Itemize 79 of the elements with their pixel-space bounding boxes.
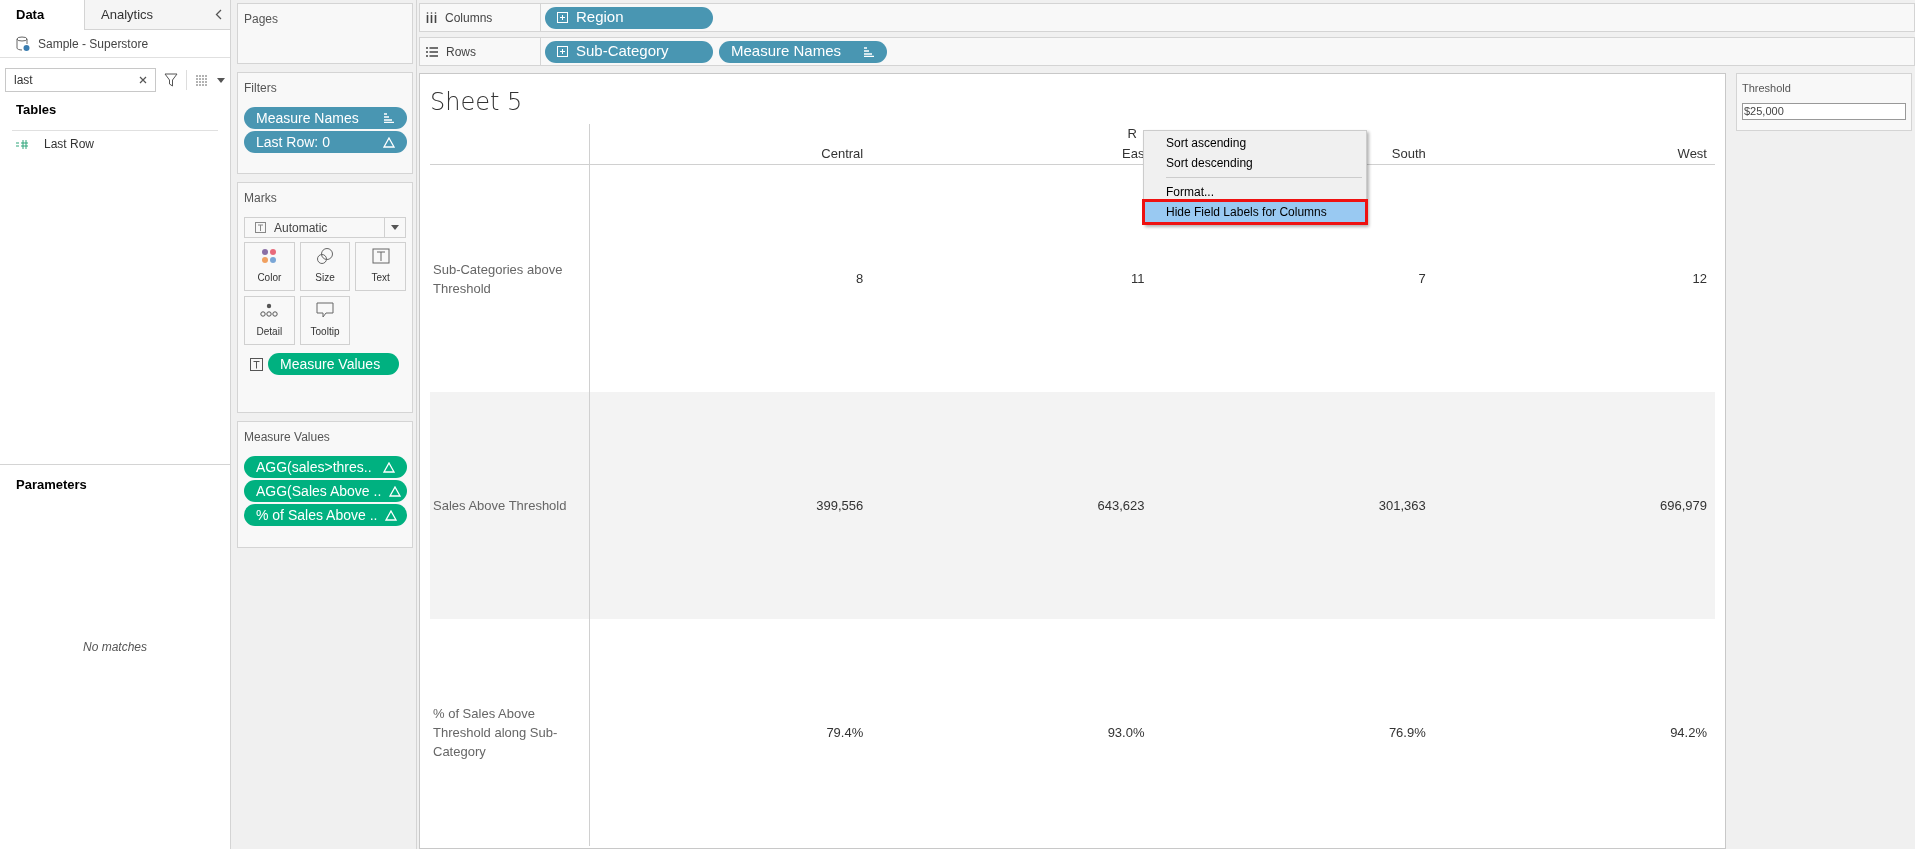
- card-title: Marks: [244, 190, 278, 207]
- text-mark-icon: [250, 357, 263, 371]
- table-cell-text: 79.4%: [826, 723, 864, 742]
- table-cell-text: 12: [1692, 269, 1707, 288]
- column-header: South: [1391, 145, 1426, 163]
- search-field[interactable]: last: [5, 68, 156, 92]
- sort-icon: [863, 46, 875, 57]
- column-header: Eas: [1122, 145, 1145, 163]
- row-header: % of Sales Above Threshold along Sub-Category: [433, 705, 559, 761]
- collapse-icon[interactable]: [214, 9, 222, 20]
- shelf-label: Columns: [419, 3, 541, 32]
- delta-icon: [389, 485, 402, 497]
- expand-icon: [557, 46, 568, 57]
- table-cell-text: 93.0%: [1107, 723, 1145, 742]
- pill-label: AGG(Sales Above ..: [256, 481, 382, 501]
- size-circles-icon: [316, 248, 334, 264]
- column-header: Central: [821, 145, 864, 163]
- pill-label: Measure Names: [256, 108, 360, 128]
- mark-property-button[interactable]: Color: [244, 242, 295, 291]
- mark-type-dropdown[interactable]: Automatic: [244, 217, 406, 238]
- menu-item[interactable]: Format...: [1145, 182, 1365, 202]
- pill-label: Measure Values: [280, 354, 382, 374]
- table-cell-text: 7: [1418, 269, 1426, 288]
- clear-icon[interactable]: [139, 76, 147, 84]
- field-item[interactable]: Last Row: [0, 130, 230, 153]
- menu-item[interactable]: Hide Field Labels for Columns: [1145, 202, 1365, 222]
- mark-property-button[interactable]: Tooltip: [299, 296, 351, 345]
- table-cell-text: 11: [1131, 269, 1145, 288]
- database-icon: [16, 35, 30, 52]
- dropdown-icon[interactable]: [217, 77, 225, 83]
- panel-tab[interactable]: Analytics: [84, 0, 206, 30]
- dropdown-icon: [391, 225, 399, 230]
- pill-label: Region: [576, 7, 625, 28]
- card-title: Filters: [244, 80, 278, 97]
- detail-dots-icon: [260, 302, 279, 318]
- parameter-input[interactable]: $25,000: [1742, 102, 1906, 120]
- card-title: Pages: [244, 11, 280, 28]
- delta-icon: [383, 461, 395, 473]
- columns-icon: [426, 12, 437, 23]
- section-heading: Parameters: [15, 475, 88, 494]
- rows-icon: [426, 46, 438, 57]
- delta-icon: [383, 136, 395, 148]
- filter-icon[interactable]: [164, 73, 178, 87]
- color-dots-icon: [260, 248, 279, 264]
- card-title: Measure Values: [244, 429, 331, 446]
- pill-label: Sub-Category: [576, 41, 670, 62]
- pill-label: AGG(sales>thres..: [256, 457, 373, 477]
- table-cell-text: 301,363: [1378, 496, 1426, 515]
- section-heading: Tables: [15, 101, 58, 119]
- pill-label: Measure Names: [731, 41, 843, 62]
- data-source-name[interactable]: Sample - Superstore: [38, 34, 149, 53]
- expand-icon: [557, 12, 568, 23]
- pill-label: % of Sales Above ..: [256, 505, 378, 525]
- mark-property-button[interactable]: Text: [355, 242, 406, 291]
- text-mark-icon: [255, 222, 266, 233]
- sheet-title: Sheet 5: [430, 87, 524, 118]
- pill-label: Last Row: 0: [256, 132, 331, 152]
- mark-property-button[interactable]: Size: [299, 242, 351, 291]
- speech-bubble-icon: [316, 302, 334, 318]
- shelf-label: Rows: [419, 37, 541, 66]
- mark-property-button[interactable]: Detail: [244, 296, 295, 345]
- table-cell-text: 8: [856, 269, 864, 288]
- table-cell-text: 94.2%: [1670, 723, 1707, 742]
- column-header: West: [1677, 145, 1707, 163]
- table-cell-text: 399,556: [816, 496, 864, 515]
- table-cell-text: 76.9%: [1388, 723, 1426, 742]
- header-label: R: [1127, 125, 1137, 143]
- table-cell-text: 696,979: [1660, 496, 1707, 515]
- sort-icon: [383, 113, 395, 123]
- row-header: Sub-Categories above Threshold: [433, 260, 564, 298]
- text-mark-icon: [371, 248, 390, 264]
- delta-icon: [385, 509, 398, 521]
- menu-item[interactable]: Sort descending: [1145, 153, 1365, 173]
- parameter-title: Threshold: [1742, 81, 1792, 96]
- table-cell-text: 643,623: [1097, 496, 1145, 515]
- menu-item[interactable]: Sort ascending: [1145, 133, 1365, 153]
- empty-message: No matches: [83, 638, 147, 656]
- measure-field-icon: [16, 139, 28, 149]
- row-header: Sales Above Threshold: [433, 497, 567, 515]
